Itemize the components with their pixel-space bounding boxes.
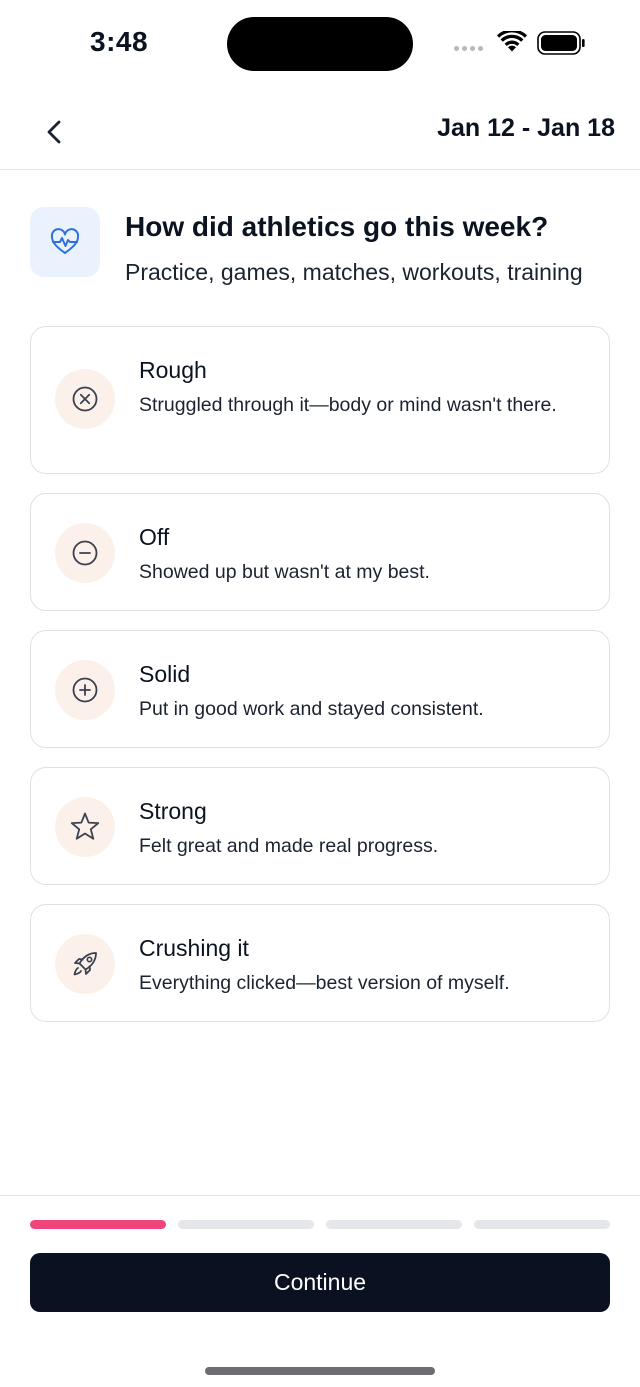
home-indicator [205,1367,435,1375]
plus-circle-icon [55,660,115,720]
signal-dots-icon [454,46,483,51]
rocket-icon [55,934,115,994]
option-description: Put in good work and stayed consistent. [139,698,484,720]
option-crushing-it[interactable]: Crushing it Everything clicked—best vers… [30,904,610,1022]
status-bar: 3:48 [0,0,640,90]
question-icon-box [30,207,100,277]
step-progress [30,1220,610,1229]
status-time: 3:48 [90,26,149,57]
option-title: Crushing it [139,935,249,961]
heart-pulse-icon [50,228,80,254]
continue-button[interactable]: Continue [30,1253,610,1312]
wifi-icon [497,31,527,52]
option-description: Felt great and made real progress. [139,835,439,857]
footer-divider [0,1195,640,1196]
date-range[interactable]: Jan 12 - Jan 18 [437,114,615,143]
question-subtitle: Practice, games, matches, workouts, trai… [125,259,583,285]
battery-icon [537,31,585,55]
option-description: Everything clicked—best version of mysel… [139,972,510,994]
option-title: Solid [139,661,191,687]
dynamic-island [227,17,413,71]
option-title: Off [139,524,170,550]
progress-segment-2 [178,1220,314,1229]
option-off[interactable]: Off Showed up but wasn't at my best. [30,493,610,611]
option-title: Strong [139,798,207,824]
option-rough[interactable]: Rough Struggled through it—body or mind … [30,326,610,474]
option-solid[interactable]: Solid Put in good work and stayed consis… [30,630,610,748]
option-strong[interactable]: Strong Felt great and made real progress… [30,767,610,885]
star-icon [55,797,115,857]
progress-segment-3 [326,1220,462,1229]
back-button[interactable] [34,112,74,152]
minus-circle-icon [55,523,115,583]
option-description: Showed up but wasn't at my best. [139,561,430,583]
question-title: How did athletics go this week? [125,211,549,242]
header: Jan 12 - Jan 18 [0,90,640,170]
x-circle-icon [55,369,115,429]
progress-segment-1 [30,1220,166,1229]
option-title: Rough [139,357,207,383]
chevron-left-icon [47,120,61,144]
progress-segment-4 [474,1220,610,1229]
option-description: Struggled through it—body or mind wasn't… [139,394,557,416]
